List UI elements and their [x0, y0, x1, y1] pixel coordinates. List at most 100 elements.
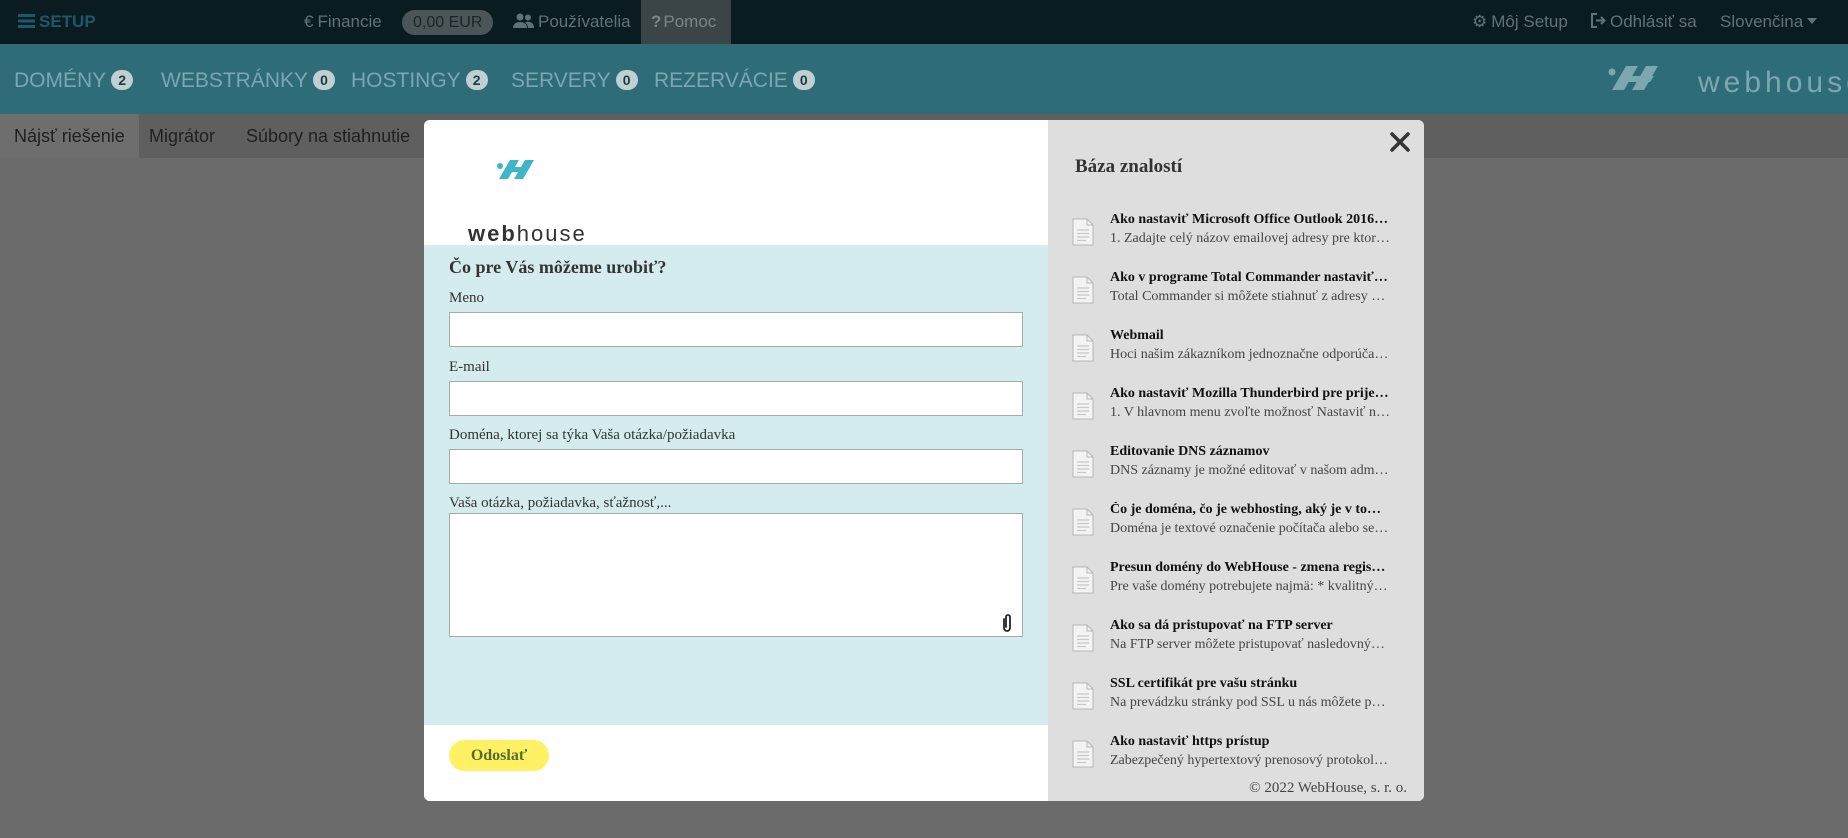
kb-article[interactable]: Ako v programe Total Commander nastaviť…… [1072, 270, 1412, 322]
finance-link[interactable]: € Financie [304, 0, 382, 44]
kb-article-title: Editovanie DNS záznamov [1110, 444, 1270, 459]
finance-label: Financie [317, 12, 382, 31]
kb-article[interactable]: Webmail Hoci našim zákazníkom jednoznačne… [1072, 328, 1412, 380]
subnav-downloads[interactable]: Súbory na stiahnutie [232, 114, 424, 158]
document-icon [1072, 566, 1094, 594]
nav-servers[interactable]: SERVERY 0 [511, 69, 638, 93]
logout-label: Odhlásiť sa [1610, 12, 1697, 31]
my-setup-link[interactable]: ⚙ Môj Setup [1472, 0, 1568, 44]
users-link[interactable]: Používatelia [513, 0, 631, 44]
document-icon [1072, 740, 1094, 768]
webhouse-logo-text: webhouse [1698, 66, 1848, 99]
svg-text:webhouse: webhouse [467, 221, 587, 242]
help-label: Pomoc [663, 12, 717, 31]
kb-article[interactable]: Čo je doména, čo je webhosting, aký je v… [1072, 502, 1412, 554]
nav-reservations[interactable]: REZERVÁCIE 0 [654, 69, 815, 93]
kb-article-desc: Total Commander si môžete stiahnuť z adr… [1110, 289, 1386, 304]
kb-article-desc: Na FTP server môžete pristupovať nasledo… [1110, 637, 1385, 652]
count-badge: 0 [792, 70, 815, 90]
kb-article-title: Ako nastaviť Mozilla Thunderbird pre pri… [1110, 386, 1389, 401]
document-icon [1072, 682, 1094, 710]
nav-domains[interactable]: DOMÉNY 2 [14, 69, 134, 93]
top-bar: SETUP € Financie 0,00 EUR Používatelia ? P… [0, 0, 1848, 44]
my-setup-label: Môj Setup [1491, 12, 1568, 31]
document-icon [1072, 276, 1094, 304]
sign-out-icon [1591, 13, 1606, 28]
main-nav: DOMÉNY 2 WEBSTRÁNKY 0 HOSTINGY 2 SERVERY 0 R… [0, 44, 1848, 114]
kb-article[interactable]: Presun domény do WebHouse - zmena regis…… [1072, 560, 1412, 612]
setup-home-link[interactable]: SETUP [18, 0, 96, 44]
document-icon [1072, 218, 1094, 246]
copyright: © 2022 WebHouse, s. r. o. [1249, 780, 1407, 796]
document-icon [1072, 624, 1094, 652]
kb-article[interactable]: Editovanie DNS záznamov DNS záznamy je mo… [1072, 444, 1412, 496]
kb-article-title: Ako nastaviť https prístup [1110, 734, 1270, 749]
message-field[interactable] [449, 513, 1023, 637]
paperclip-icon[interactable] [999, 613, 1015, 633]
document-icon [1072, 508, 1094, 536]
count-badge: 0 [615, 70, 638, 90]
kb-article[interactable]: Ako nastaviť Microsoft Office Outlook 20… [1072, 212, 1412, 264]
kb-title: Báza znalostí [1075, 156, 1183, 177]
nav-label: REZERVÁCIE [654, 69, 788, 92]
subnav-migrator[interactable]: Migrátor [135, 114, 229, 158]
kb-article[interactable]: SSL certifikát pre vašu stránku Na prevád… [1072, 676, 1412, 728]
count-badge: 0 [313, 70, 336, 90]
nav-hostings[interactable]: HOSTINGY 2 [351, 69, 488, 93]
kb-article-desc: Pre vaše domény potrebujete najmä: * kva… [1110, 579, 1388, 594]
gear-icon: ⚙ [1472, 12, 1488, 31]
kb-article[interactable]: Ako nastaviť https prístup Zabezpečený hy… [1072, 734, 1412, 786]
kb-article-desc: Doména je textové označenie počítača ale… [1110, 521, 1389, 536]
kb-article-title: Webmail [1110, 328, 1164, 343]
contact-panel: webhouse Čo pre Vás môžeme urobiť? Meno … [424, 120, 1048, 801]
logout-link[interactable]: Odhlásiť sa [1591, 0, 1697, 44]
knowledge-base-panel: Báza znalostí Ako nastaviť Microsoft Off… [1048, 120, 1424, 801]
balance-badge[interactable]: 0,00 EUR [402, 10, 494, 35]
kb-article-desc: DNS záznamy je možné editovať v našom ad… [1110, 463, 1389, 478]
close-icon[interactable] [1386, 128, 1414, 156]
users-label: Používatelia [538, 12, 631, 31]
kb-article-desc: 1. Zadajte celý názov emailovej adresy p… [1110, 231, 1390, 246]
nav-label: DOMÉNY [14, 69, 107, 92]
kb-article-title: Čo je doména, čo je webhosting, aký je v… [1110, 502, 1382, 517]
users-icon [513, 13, 534, 28]
help-link[interactable]: ? Pomoc [641, 0, 731, 44]
euro-icon: € [304, 12, 314, 31]
question-icon: ? [651, 12, 662, 31]
kb-article-title: Ako sa dá pristupovať na FTP server [1110, 618, 1333, 633]
document-icon [1072, 392, 1094, 420]
kb-article-desc: Na prevádzku stránky pod SSL u nás môžet… [1110, 695, 1386, 710]
domain-field[interactable] [449, 449, 1023, 484]
email-label: E-mail [449, 359, 490, 375]
kb-article-desc: Zabezpečený hypertextový prenosový proto… [1110, 753, 1388, 768]
language-dropdown[interactable]: Slovenčina [1720, 0, 1818, 44]
kb-article-title: SSL certifikát pre vašu stránku [1110, 676, 1298, 691]
message-label: Vaša otázka, požiadavka, sťažnosť,... [449, 495, 672, 511]
document-icon [1072, 334, 1094, 362]
send-button[interactable]: Odoslať [449, 740, 549, 771]
name-field[interactable] [449, 312, 1023, 347]
nav-label: SERVERY [511, 69, 611, 92]
kb-article-desc: Hoci našim zákazníkom jednoznačne odporú… [1110, 347, 1389, 362]
kb-article-desc: 1. V hlavnom menu zvoľte možnosť Nastavi… [1110, 405, 1390, 420]
kb-article-title: Ako nastaviť Microsoft Office Outlook 20… [1110, 212, 1389, 227]
caret-down-icon [1807, 18, 1818, 24]
nav-label: WEBSTRÁNKY [161, 69, 309, 92]
help-modal: webhouse Čo pre Vás môžeme urobiť? Meno … [424, 120, 1424, 801]
kb-article[interactable]: Ako nastaviť Mozilla Thunderbird pre pri… [1072, 386, 1412, 438]
form-heading: Čo pre Vás môžeme urobiť? [449, 257, 667, 277]
document-icon [1072, 450, 1094, 478]
brand-label: SETUP [39, 12, 96, 31]
email-field[interactable] [449, 381, 1023, 416]
kb-article-title: Ako v programe Total Commander nastaviť… [1110, 270, 1388, 285]
contact-form: Čo pre Vás môžeme urobiť? Meno E-mail Do… [424, 245, 1048, 725]
nav-websites[interactable]: WEBSTRÁNKY 0 [161, 69, 336, 93]
domain-label: Doména, ktorej sa týka Vaša otázka/požia… [449, 427, 736, 443]
kb-article[interactable]: Ako sa dá pristupovať na FTP server Na FT… [1072, 618, 1412, 670]
nav-label: HOSTINGY [351, 69, 461, 92]
count-badge: 2 [111, 70, 134, 90]
subnav-find-solution[interactable]: Nájsť riešenie [0, 114, 139, 158]
name-label: Meno [449, 290, 484, 306]
language-label: Slovenčina [1720, 12, 1804, 31]
kb-article-title: Presun domény do WebHouse - zmena regis… [1110, 560, 1386, 575]
